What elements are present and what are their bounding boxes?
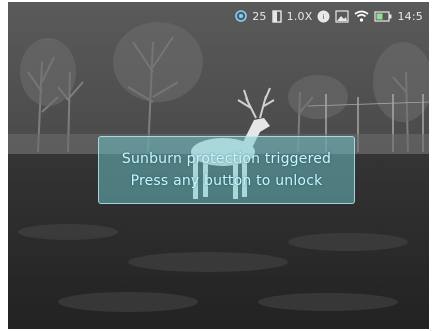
- image-mode-icon: [335, 9, 350, 23]
- wifi-icon: [354, 10, 370, 22]
- toast-line-1: Sunburn protection triggered: [121, 151, 332, 167]
- thermal-viewfinder: 25 1.0X i 14:5 Sunburn protection trigge…: [8, 2, 429, 329]
- status-bar: 25 1.0X i 14:5: [235, 8, 423, 24]
- zoom-level-icon: [271, 9, 282, 23]
- sunburn-protection-toast[interactable]: Sunburn protection triggered Press any b…: [98, 136, 355, 204]
- clock-time: 14:5: [397, 9, 423, 23]
- battery-icon: [374, 10, 392, 22]
- toast-line-2: Press any button to unlock: [130, 173, 323, 189]
- record-badge-icon: i: [317, 10, 330, 23]
- shield-icon: [235, 10, 248, 22]
- level-value: 25: [252, 9, 267, 23]
- zoom-value: 1.0X: [286, 9, 313, 23]
